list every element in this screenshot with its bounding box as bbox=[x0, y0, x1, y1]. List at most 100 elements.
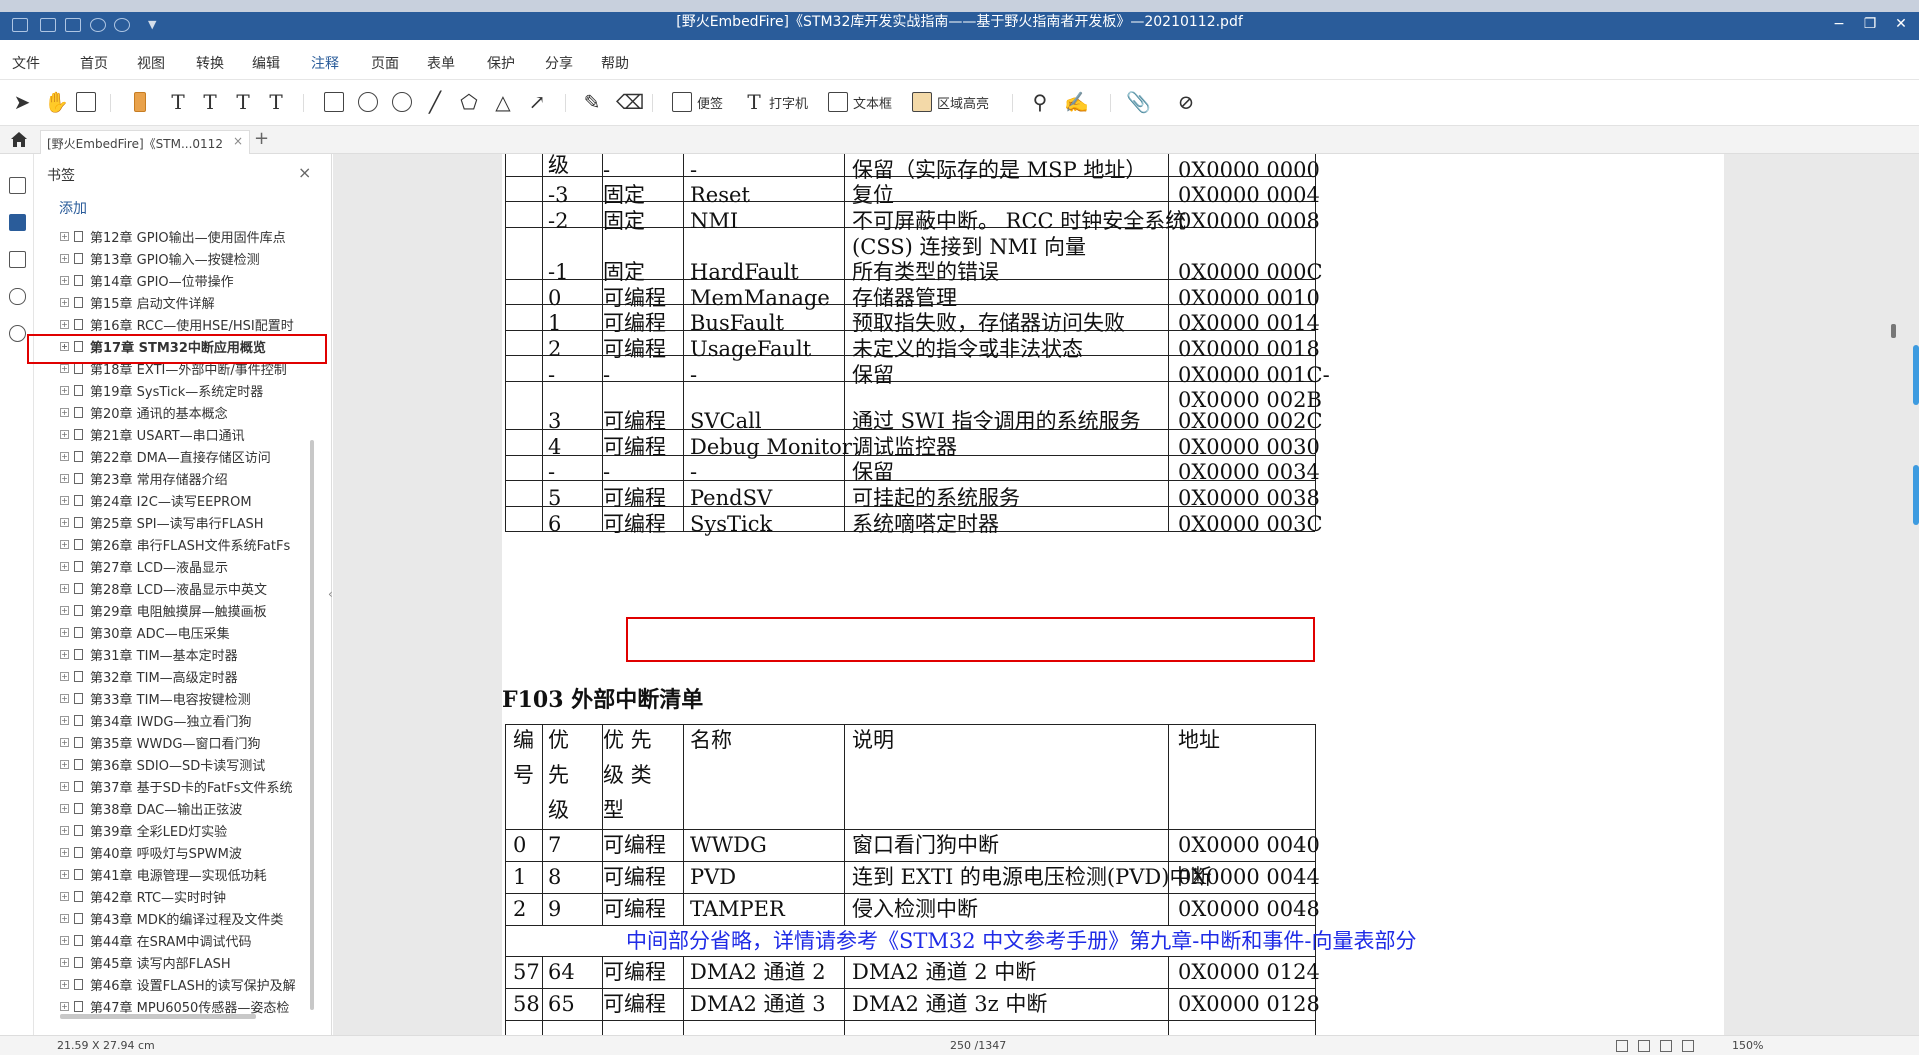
expand-icon[interactable]: + bbox=[60, 847, 69, 857]
bookmark-item[interactable]: + 第42章 RTC—实时时钟 bbox=[60, 885, 342, 907]
menu-comment[interactable]: 注释 bbox=[311, 53, 339, 82]
comments-icon[interactable] bbox=[9, 251, 26, 268]
hand-tool[interactable]: ✋ bbox=[44, 90, 69, 114]
menu-view[interactable]: 视图 bbox=[137, 53, 165, 73]
add-bookmark-link[interactable]: 添加 bbox=[59, 198, 87, 218]
ellipse-tool[interactable] bbox=[358, 90, 378, 114]
bookmark-item[interactable]: + 第29章 电阻触摸屏—触摸画板 bbox=[60, 599, 342, 621]
eraser-tool[interactable]: ⌫ bbox=[616, 90, 644, 114]
polyline-tool[interactable]: △ bbox=[493, 90, 513, 114]
bookmark-item[interactable]: + 第21章 USART—串口通讯 bbox=[60, 423, 342, 445]
bookmark-item[interactable]: + 第37章 基于SD卡的FatFs文件系统 bbox=[60, 775, 342, 797]
two-page-continuous-icon[interactable] bbox=[1682, 1040, 1694, 1052]
menu-protect[interactable]: 保护 bbox=[487, 53, 515, 73]
select-tool[interactable]: ➤ bbox=[12, 90, 32, 114]
bookmark-item[interactable]: + 第44章 在SRAM中调试代码 bbox=[60, 929, 342, 951]
expand-icon[interactable]: + bbox=[60, 913, 69, 923]
expand-icon[interactable]: + bbox=[60, 231, 69, 241]
expand-icon[interactable]: + bbox=[60, 451, 69, 461]
bookmark-item[interactable]: + 第12章 GPIO输出—使用固件库点 bbox=[60, 225, 342, 247]
bookmark-item[interactable]: + 第28章 LCD—液晶显示中英文 bbox=[60, 577, 342, 599]
menu-share[interactable]: 分享 bbox=[545, 53, 573, 73]
expand-icon[interactable]: + bbox=[60, 385, 69, 395]
bookmark-item[interactable]: + 第26章 串行FLASH文件系统FatFs bbox=[60, 533, 342, 555]
bookmark-item[interactable]: + 第38章 DAC—输出正弦波 bbox=[60, 797, 342, 819]
line-tool[interactable]: ╱ bbox=[425, 90, 445, 114]
bookmark-item[interactable]: + 第22章 DMA—直接存储区访问 bbox=[60, 445, 342, 467]
expand-icon[interactable]: + bbox=[60, 979, 69, 989]
expand-icon[interactable]: + bbox=[60, 583, 69, 593]
bookmark-item[interactable]: + 第43章 MDK的编译过程及文件类 bbox=[60, 907, 342, 929]
squiggly-tool[interactable]: T bbox=[233, 90, 253, 114]
arrow-tool[interactable]: ↗ bbox=[527, 90, 547, 114]
bookmark-item[interactable]: + 第30章 ADC—电压采集 bbox=[60, 621, 342, 643]
bookmark-item[interactable]: + 第39章 全彩LED灯实验 bbox=[60, 819, 342, 841]
minimize-button[interactable]: − bbox=[1826, 16, 1852, 34]
polygon-tool[interactable]: ⬠ bbox=[459, 90, 479, 114]
bookmark-item[interactable]: + 第15章 启动文件详解 bbox=[60, 291, 342, 313]
expand-icon[interactable]: + bbox=[60, 1001, 69, 1011]
area-highlight-tool[interactable]: 区域高亮 bbox=[912, 90, 989, 114]
thumbnails-icon[interactable] bbox=[9, 177, 26, 194]
bookmark-item[interactable]: + 第33章 TIM—电容按键检测 bbox=[60, 687, 342, 709]
attachment-tool[interactable]: 📎 bbox=[1126, 90, 1151, 114]
search-icon[interactable] bbox=[9, 325, 26, 342]
home-icon[interactable] bbox=[10, 131, 28, 148]
bookmark-item[interactable]: + 第14章 GPIO—位带操作 bbox=[60, 269, 342, 291]
bookmark-item[interactable]: + 第31章 TIM—基本定时器 bbox=[60, 643, 342, 665]
expand-icon[interactable]: + bbox=[60, 407, 69, 417]
bookmark-item[interactable]: + 第13章 GPIO输入—按键检测 bbox=[60, 247, 342, 269]
bookmark-item[interactable]: + 第40章 呼吸灯与SPWM波 bbox=[60, 841, 342, 863]
expand-icon[interactable]: + bbox=[60, 803, 69, 813]
expand-icon[interactable]: + bbox=[60, 715, 69, 725]
expand-icon[interactable]: + bbox=[60, 275, 69, 285]
typewriter-tool[interactable]: T 打字机 bbox=[744, 90, 808, 114]
close-button[interactable]: ✕ bbox=[1888, 16, 1914, 34]
insert-text-tool[interactable]: T bbox=[266, 90, 286, 114]
menu-file[interactable]: 文件 bbox=[12, 53, 40, 73]
edit-select-tool[interactable] bbox=[76, 90, 96, 114]
zoom-level[interactable]: 150% bbox=[1732, 1039, 1763, 1052]
expand-icon[interactable]: + bbox=[60, 693, 69, 703]
bookmark-item[interactable]: + 第25章 SPI—读写串行FLASH bbox=[60, 511, 342, 533]
bookmark-item[interactable]: + 第45章 读写内部FLASH bbox=[60, 951, 342, 973]
rectangle-tool[interactable] bbox=[324, 90, 344, 114]
bookmark-icon[interactable] bbox=[9, 214, 26, 231]
signature-tool[interactable]: ✍ bbox=[1064, 90, 1089, 114]
textbox-tool[interactable]: 文本框 bbox=[828, 90, 892, 114]
single-page-icon[interactable] bbox=[1616, 1040, 1628, 1052]
expand-icon[interactable]: + bbox=[60, 825, 69, 835]
expand-icon[interactable]: + bbox=[60, 429, 69, 439]
side-badge[interactable] bbox=[1913, 345, 1919, 405]
close-panel-icon[interactable]: × bbox=[298, 163, 311, 182]
two-page-icon[interactable] bbox=[1660, 1040, 1672, 1052]
bookmark-item[interactable]: + 第20章 通讯的基本概念 bbox=[60, 401, 342, 423]
side-badge[interactable] bbox=[1913, 465, 1919, 525]
bookmark-item[interactable]: + 第27章 LCD—液晶显示 bbox=[60, 555, 342, 577]
expand-icon[interactable]: + bbox=[60, 781, 69, 791]
collapse-panel-icon[interactable]: ‹ bbox=[328, 587, 333, 601]
menu-home[interactable]: 首页 bbox=[80, 53, 108, 73]
expand-icon[interactable]: + bbox=[60, 319, 69, 329]
bookmark-item[interactable]: + 第32章 TIM—高级定时器 bbox=[60, 665, 342, 687]
continuous-page-icon[interactable] bbox=[1638, 1040, 1650, 1052]
expand-icon[interactable]: + bbox=[60, 253, 69, 263]
document-tab[interactable]: [野火EmbedFire]《STM...0112 × bbox=[40, 130, 250, 154]
bookmark-item[interactable]: + 第16章 RCC—使用HSE/HSI配置时 bbox=[60, 313, 342, 335]
expand-icon[interactable]: + bbox=[60, 935, 69, 945]
attachments-icon[interactable] bbox=[9, 288, 26, 305]
expand-icon[interactable]: + bbox=[60, 737, 69, 747]
stamp-tool[interactable]: ⚲ bbox=[1030, 90, 1050, 114]
expand-icon[interactable]: + bbox=[60, 891, 69, 901]
bookmark-item[interactable]: + 第24章 I2C—读写EEPROM bbox=[60, 489, 342, 511]
expand-icon[interactable]: + bbox=[60, 561, 69, 571]
expand-icon[interactable]: + bbox=[60, 363, 69, 373]
bookmark-item[interactable]: + 第41章 电源管理—实现低功耗 bbox=[60, 863, 342, 885]
menu-help[interactable]: 帮助 bbox=[601, 53, 629, 73]
bookmark-item[interactable]: + 第34章 IWDG—独立看门狗 bbox=[60, 709, 342, 731]
expand-icon[interactable]: + bbox=[60, 297, 69, 307]
cloud-tool[interactable] bbox=[392, 90, 412, 114]
expand-icon[interactable]: + bbox=[60, 539, 69, 549]
expand-icon[interactable]: + bbox=[60, 649, 69, 659]
new-tab-button[interactable]: + bbox=[254, 128, 269, 149]
